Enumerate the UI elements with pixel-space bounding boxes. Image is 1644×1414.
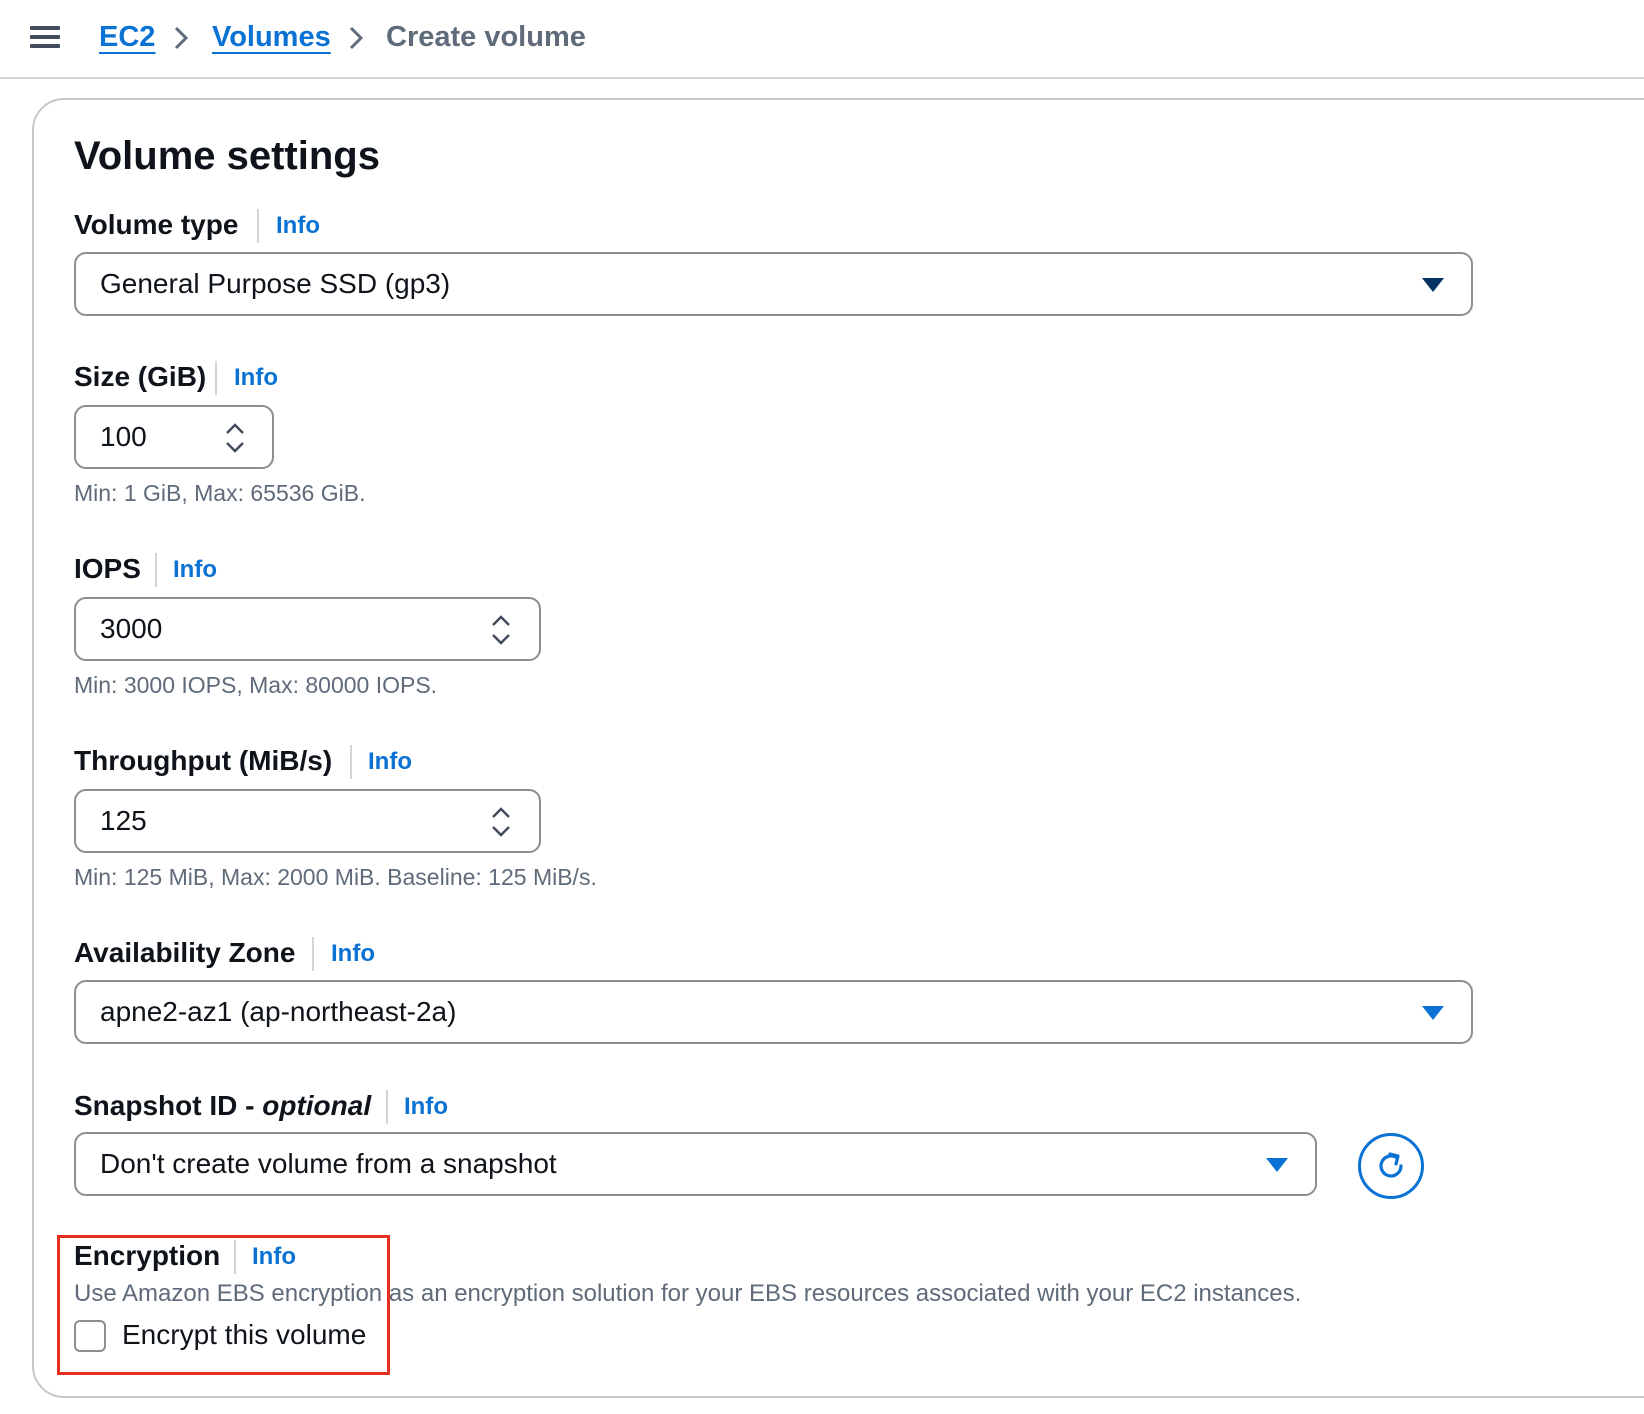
iops-hint: Min: 3000 IOPS, Max: 80000 IOPS. bbox=[74, 672, 438, 698]
volume-type-label: Volume type bbox=[74, 209, 239, 240]
volume-type-info-link[interactable]: Info bbox=[276, 209, 320, 243]
divider bbox=[257, 209, 259, 243]
breadcrumb-create-volume: Create volume bbox=[386, 21, 586, 53]
breadcrumb-ec2[interactable]: EC2 bbox=[99, 19, 155, 55]
caret-down-icon bbox=[1422, 1006, 1444, 1020]
iops-value: 3000 bbox=[100, 613, 163, 644]
panel-title: Volume settings bbox=[74, 134, 380, 178]
availability-zone-label: Availability Zone bbox=[74, 937, 296, 968]
divider bbox=[215, 361, 217, 395]
caret-down-icon bbox=[1266, 1158, 1288, 1172]
stepper-icon[interactable] bbox=[490, 613, 512, 647]
divider bbox=[350, 745, 352, 779]
snapshot-info-link[interactable]: Info bbox=[404, 1090, 448, 1124]
size-value: 100 bbox=[100, 421, 147, 452]
encryption-description: Use Amazon EBS encryption as an encrypti… bbox=[74, 1280, 1302, 1307]
availability-zone-selected: apne2-az1 (ap-northeast-2a) bbox=[100, 996, 457, 1027]
snapshot-label: Snapshot ID - optional bbox=[74, 1088, 371, 1124]
availability-zone-info-link[interactable]: Info bbox=[331, 937, 375, 971]
throughput-input[interactable]: 125 bbox=[74, 789, 541, 853]
size-hint: Min: 1 GiB, Max: 65536 GiB. bbox=[74, 480, 366, 506]
snapshot-optional-text: optional bbox=[262, 1090, 372, 1121]
size-input[interactable]: 100 bbox=[74, 405, 274, 469]
divider bbox=[234, 1240, 236, 1274]
iops-input[interactable]: 3000 bbox=[74, 597, 541, 661]
volume-type-selected: General Purpose SSD (gp3) bbox=[100, 268, 451, 299]
encrypt-volume-checkbox[interactable] bbox=[74, 1320, 106, 1352]
throughput-info-link[interactable]: Info bbox=[368, 745, 412, 779]
caret-down-icon bbox=[1422, 278, 1444, 292]
availability-zone-select[interactable]: apne2-az1 (ap-northeast-2a) bbox=[74, 980, 1473, 1044]
snapshot-label-text: Snapshot ID - bbox=[74, 1090, 263, 1121]
iops-label: IOPS bbox=[74, 553, 141, 584]
volume-type-select[interactable]: General Purpose SSD (gp3) bbox=[74, 252, 1473, 316]
chevron-right-icon bbox=[349, 26, 364, 50]
breadcrumb-bar: EC2 Volumes Create volume bbox=[0, 0, 1644, 79]
chevron-right-icon bbox=[174, 26, 189, 50]
throughput-label: Throughput (MiB/s) bbox=[74, 745, 333, 776]
stepper-icon[interactable] bbox=[490, 805, 512, 839]
encrypt-volume-label[interactable]: Encrypt this volume bbox=[122, 1316, 366, 1354]
encryption-info-link[interactable]: Info bbox=[252, 1240, 296, 1274]
breadcrumb-volumes[interactable]: Volumes bbox=[212, 19, 331, 55]
menu-icon[interactable] bbox=[30, 24, 60, 50]
encryption-label: Encryption bbox=[74, 1240, 221, 1271]
refresh-snapshots-button[interactable] bbox=[1358, 1133, 1424, 1199]
throughput-value: 125 bbox=[100, 805, 147, 836]
throughput-hint: Min: 125 MiB, Max: 2000 MiB. Baseline: 1… bbox=[74, 864, 597, 890]
iops-info-link[interactable]: Info bbox=[173, 553, 217, 587]
snapshot-selected: Don't create volume from a snapshot bbox=[100, 1148, 557, 1179]
divider bbox=[312, 937, 314, 971]
size-info-link[interactable]: Info bbox=[234, 361, 278, 395]
stepper-icon[interactable] bbox=[224, 421, 246, 455]
refresh-icon bbox=[1379, 1152, 1403, 1178]
size-label: Size (GiB) bbox=[74, 361, 207, 392]
snapshot-select[interactable]: Don't create volume from a snapshot bbox=[74, 1132, 1317, 1196]
divider bbox=[386, 1090, 388, 1124]
divider bbox=[155, 553, 157, 587]
